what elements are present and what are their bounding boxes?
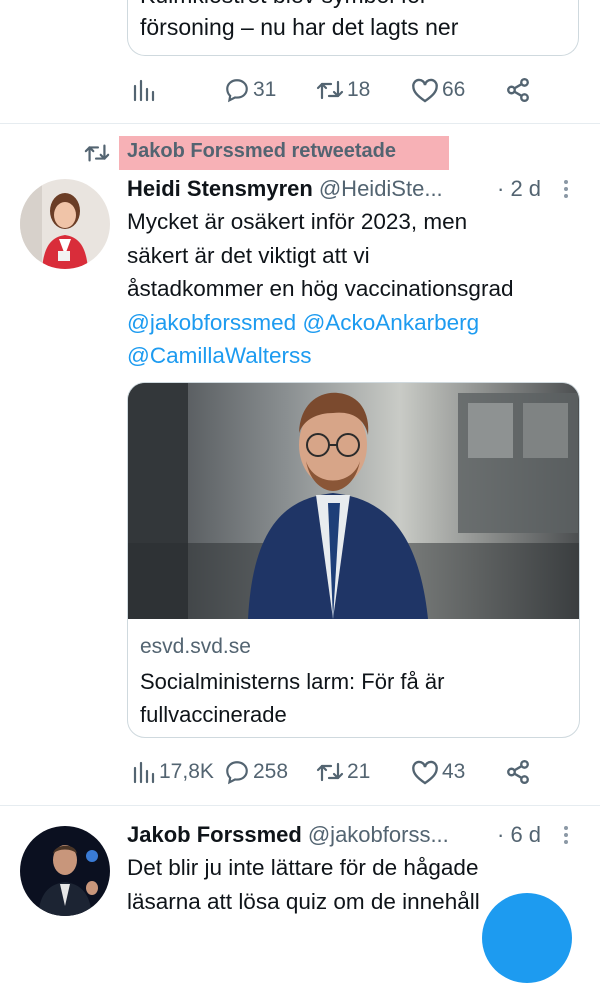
retweet-banner-icon xyxy=(84,141,110,165)
retweet-banner-text[interactable]: Jakob Forssmed retweetade xyxy=(127,140,396,163)
like-count: 43 xyxy=(442,760,466,783)
tweet-text-line-3: åstadkommer en hög vaccinationsgrad xyxy=(127,276,514,301)
heart-icon xyxy=(412,78,438,103)
bar-chart-icon xyxy=(133,79,155,102)
speech-bubble-icon xyxy=(226,79,248,103)
more-dots-icon[interactable] xyxy=(564,180,568,201)
views-count: 17,8K xyxy=(159,760,214,783)
tweet-text: Mycket är osäkert inför 2023, men säkert… xyxy=(127,205,513,373)
like-count: 66 xyxy=(442,78,466,101)
tweet-time[interactable]: · 6 d xyxy=(497,822,541,848)
author-name[interactable]: Heidi Stensmyren xyxy=(127,176,313,202)
retweet-count: 18 xyxy=(347,78,371,101)
like-button[interactable]: 66 xyxy=(411,77,465,103)
link-preview-image xyxy=(128,383,579,619)
retweet-button[interactable]: 21 xyxy=(316,759,370,785)
link-domain: esvd.svd.se xyxy=(140,635,251,658)
tweet-text-line-1: Mycket är osäkert inför 2023, men xyxy=(127,209,468,234)
previous-tweet-link-card[interactable]: Kulmkiostret blev symbol för försoning –… xyxy=(127,0,579,56)
reply-count: 31 xyxy=(253,78,277,101)
tweet-text-line-2: läsarna att lösa quiz om de innehåll xyxy=(127,888,480,914)
mention-link[interactable]: @jakobforssmed xyxy=(127,310,296,335)
reply-count: 258 xyxy=(253,760,289,783)
bar-chart-icon xyxy=(133,761,155,784)
previous-tweet-card-line-2: försoning – nu har det lagts ner xyxy=(140,14,459,40)
link-title: Socialministerns larm: För få är fullvac… xyxy=(140,669,445,727)
share-button[interactable] xyxy=(505,759,531,785)
avatar[interactable] xyxy=(20,179,110,269)
compose-tweet-button[interactable] xyxy=(482,893,572,983)
like-button[interactable]: 43 xyxy=(411,759,465,785)
retweet-count: 21 xyxy=(347,760,371,783)
link-preview-card[interactable]: esvd.svd.se Socialministerns larm: För f… xyxy=(127,382,580,738)
reply-button[interactable]: 258 xyxy=(224,759,288,785)
author-handle[interactable]: @jakobforss... xyxy=(308,822,449,848)
retweet-icon xyxy=(84,144,110,162)
retweet-icon xyxy=(316,80,344,100)
retweet-icon xyxy=(316,762,344,782)
mention-link[interactable]: @AckoAnkarberg xyxy=(302,310,479,335)
reply-button[interactable]: 31 xyxy=(224,77,276,103)
tweet-text-line-1: Det blir ju inte lättare för de hågade xyxy=(127,855,479,880)
views-button[interactable] xyxy=(132,78,156,102)
retweet-button[interactable]: 18 xyxy=(316,77,370,103)
author-handle[interactable]: @HeidiSte... xyxy=(319,176,443,202)
views-button[interactable]: 17,8K xyxy=(132,760,214,784)
speech-bubble-icon xyxy=(226,761,248,785)
avatar[interactable] xyxy=(20,826,110,916)
previous-tweet-card-line-1: Kulmkiostret blev symbol för xyxy=(140,0,428,9)
heart-icon xyxy=(412,760,438,785)
mention-link[interactable]: @CamillaWalterss xyxy=(127,343,312,368)
share-button[interactable] xyxy=(505,77,531,103)
share-icon xyxy=(507,77,529,103)
tweet-time[interactable]: · 2 d xyxy=(497,176,541,202)
author-name[interactable]: Jakob Forssmed xyxy=(127,822,302,848)
more-dots-icon[interactable] xyxy=(564,826,568,847)
tweet-author-row: Jakob Forssmed @jakobforss... xyxy=(127,822,449,848)
tweet-text-line-2: säkert är det viktigt att vi xyxy=(127,242,370,268)
tweet-text: Det blir ju inte lättare för de hågade l… xyxy=(127,851,480,918)
tweet-author-row: Heidi Stensmyren @HeidiSte... xyxy=(127,176,443,202)
tweet-divider xyxy=(0,123,600,124)
share-icon xyxy=(507,759,529,785)
tweet-divider xyxy=(0,805,600,806)
